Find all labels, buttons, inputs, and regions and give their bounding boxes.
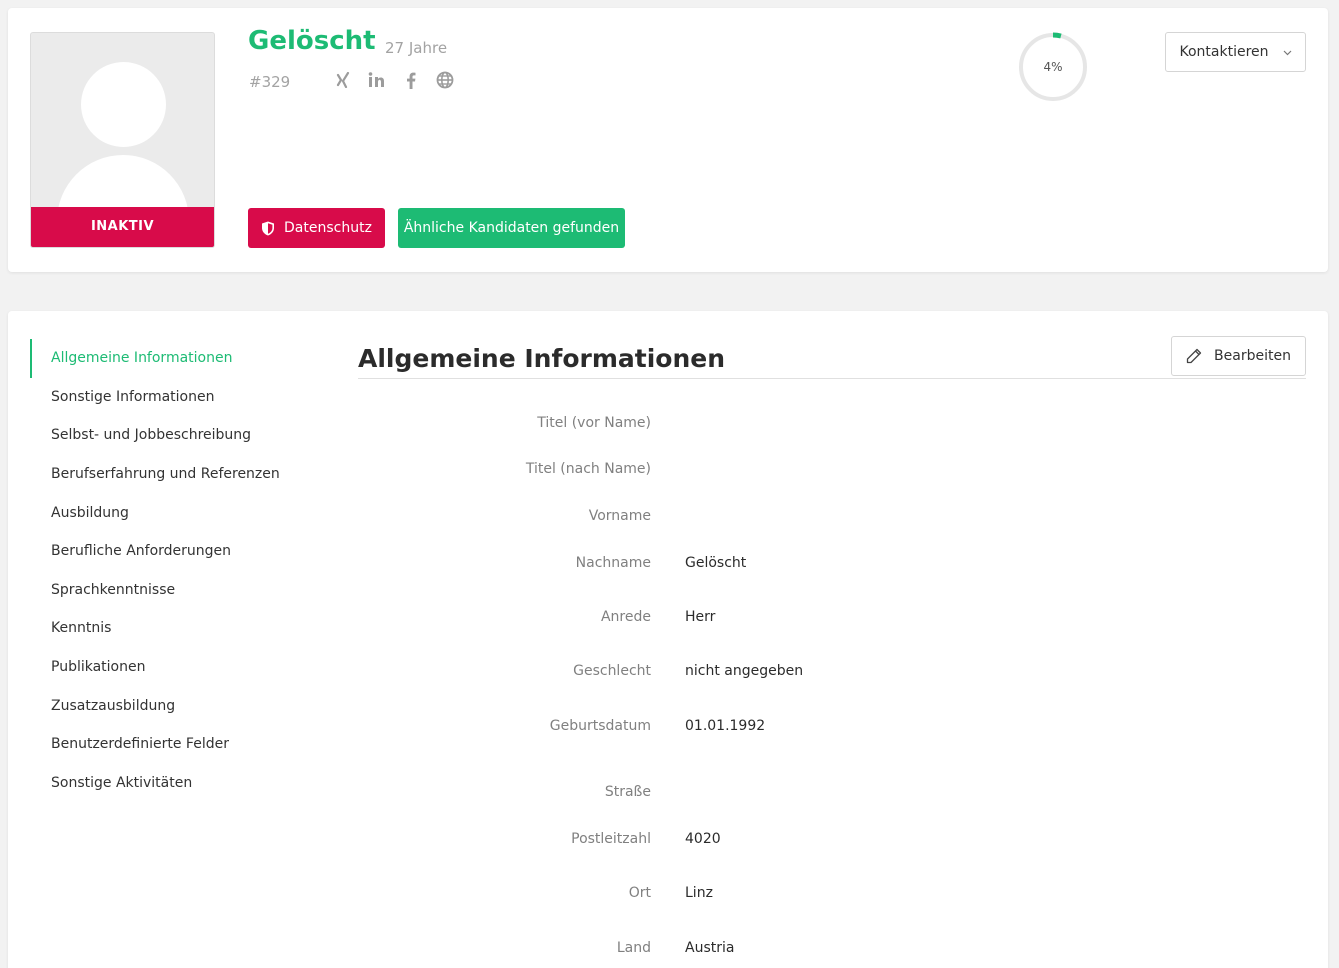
field-label: Geburtsdatum [549,718,651,734]
facebook-icon[interactable] [401,70,421,90]
nav-item[interactable]: Sprachkenntnisse [30,571,330,610]
contact-button-label: Kontaktieren [1179,44,1269,60]
avatar-head-shape [81,62,166,147]
field-row: Postleitzahl 4020 [358,827,1306,851]
field-label: Nachname [575,555,651,571]
xing-icon[interactable] [333,70,353,90]
nav-item[interactable]: Ausbildung [30,493,330,532]
pencil-icon [1186,348,1202,364]
field-label: Ort [628,885,651,901]
field-label: Titel (vor Name) [537,415,651,431]
field-row: Ort Linz [358,881,1306,905]
field-row: Land Austria [358,936,1306,960]
nav-item[interactable]: Berufliche Anforderungen [30,532,330,571]
field-row: Vorname [358,504,1306,528]
field-label: Vorname [588,508,651,524]
nav-item[interactable]: Allgemeine Informationen [30,339,330,378]
nav-item[interactable]: Selbst- und Jobbeschreibung [30,416,330,455]
field-value: nicht angegeben [685,663,804,679]
field-value: Austria [685,940,735,956]
field-row: Straße [358,780,1306,804]
privacy-button-label: Datenschutz [284,220,372,236]
nav-item[interactable]: Publikationen [30,648,330,687]
field-row: Titel (vor Name) [358,411,1306,435]
chevron-down-icon [1283,46,1292,59]
field-label: Geschlecht [573,663,651,679]
status-badge: INAKTIV [31,207,214,247]
nav-item[interactable]: Benutzerdefinierte Felder [30,725,330,764]
contact-dropdown-button[interactable]: Kontaktieren [1165,32,1306,72]
field-value: Gelöscht [685,555,747,571]
field-value: 01.01.1992 [685,718,766,734]
nav-item[interactable]: Kenntnis [30,609,330,648]
field-value: Linz [685,885,713,901]
field-row: Anrede Herr [358,605,1306,629]
field-label: Titel (nach Name) [525,461,651,477]
nav-item[interactable]: Berufserfahrung und Referenzen [30,455,330,494]
edit-button[interactable]: Bearbeiten [1171,336,1306,376]
edit-button-label: Bearbeiten [1214,348,1291,364]
candidate-id: #329 [249,73,291,91]
field-row: Nachname Gelöscht [358,551,1306,575]
candidate-age: 27 Jahre [385,39,448,57]
section-nav: Allgemeine Informationen Sonstige Informa… [30,339,330,802]
field-label: Postleitzahl [571,831,651,847]
nav-item[interactable]: Zusatzausbildung [30,686,330,725]
field-row: Geschlecht nicht angegeben [358,659,1306,683]
field-label: Anrede [600,609,651,625]
similar-candidates-button[interactable]: Ähnliche Kandidaten gefunden [398,208,625,248]
field-row: Geburtsdatum 01.01.1992 [358,714,1306,738]
avatar: INAKTIV [30,32,215,248]
social-links [333,70,455,90]
field-label: Straße [604,784,651,800]
privacy-button[interactable]: Datenschutz [248,208,385,248]
linkedin-icon[interactable] [367,70,387,90]
nav-item[interactable]: Sonstige Aktivitäten [30,764,330,803]
profile-header-card: INAKTIV Gelöscht 27 Jahre #329 Datenschu… [8,8,1328,272]
shield-icon [262,221,275,235]
profile-completion-value: 4% [1043,60,1063,74]
section-title: Allgemeine Informationen [358,344,726,373]
field-value: 4020 [685,831,721,847]
details-card: Allgemeine Informationen Sonstige Informa… [8,311,1328,968]
section-divider [358,378,1306,379]
field-label: Land [616,940,651,956]
profile-completion-ring: 4% [1017,31,1089,103]
candidate-name: Gelöscht [248,26,376,56]
globe-icon[interactable] [435,70,455,90]
nav-item[interactable]: Sonstige Informationen [30,378,330,417]
field-value: Herr [685,609,716,625]
field-row: Titel (nach Name) [358,457,1306,481]
